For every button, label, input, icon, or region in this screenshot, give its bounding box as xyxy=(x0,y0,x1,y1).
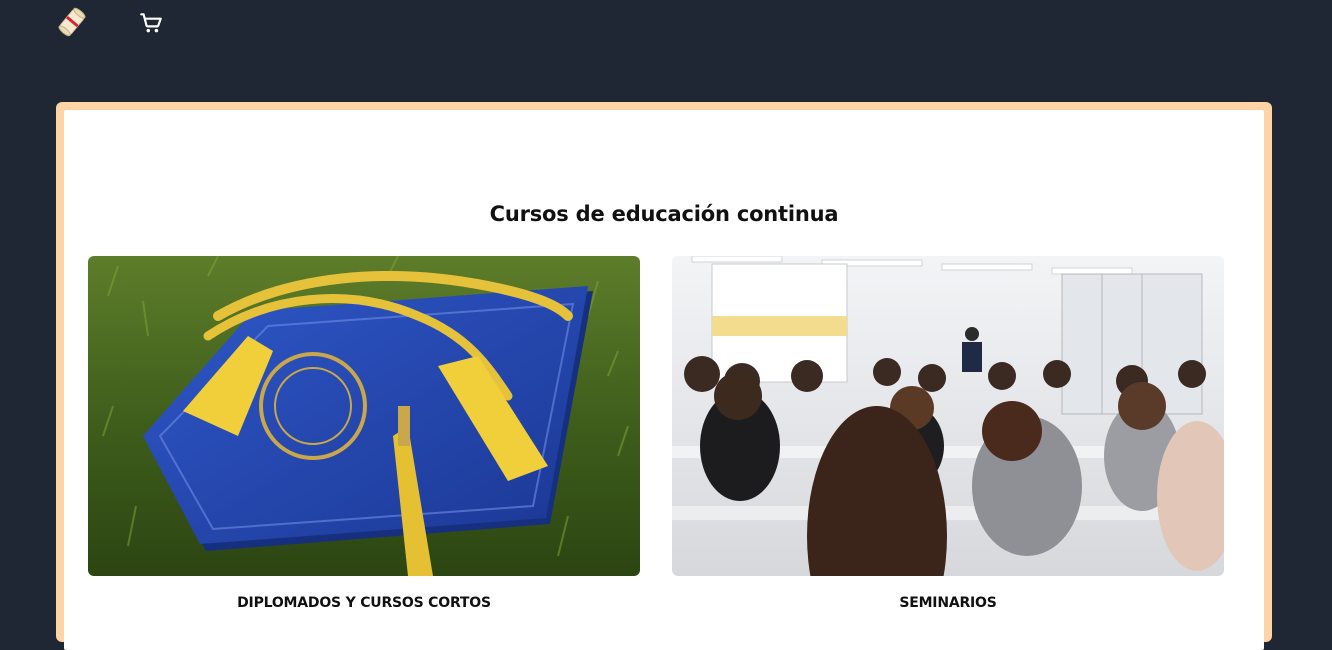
course-card-seminarios[interactable]: SEMINARIOS xyxy=(672,256,1224,611)
course-card-diplomados[interactable]: DIPLOMADOS Y CURSOS CORTOS xyxy=(88,256,640,611)
card-label-diplomados[interactable]: DIPLOMADOS Y CURSOS CORTOS xyxy=(88,595,640,611)
page-title: Cursos de educación continua xyxy=(489,202,839,226)
shopping-cart-icon[interactable] xyxy=(138,10,164,36)
card-label-seminarios[interactable]: SEMINARIOS xyxy=(672,595,1224,611)
graduation-diploma-photo[interactable] xyxy=(88,256,640,576)
diploma-scroll-icon[interactable] xyxy=(56,6,88,38)
content-frame: Cursos de educación continua DIPLOMADOS … xyxy=(56,102,1272,650)
top-navigation-bar xyxy=(0,0,1332,46)
seminar-classroom-photo[interactable] xyxy=(672,256,1224,576)
